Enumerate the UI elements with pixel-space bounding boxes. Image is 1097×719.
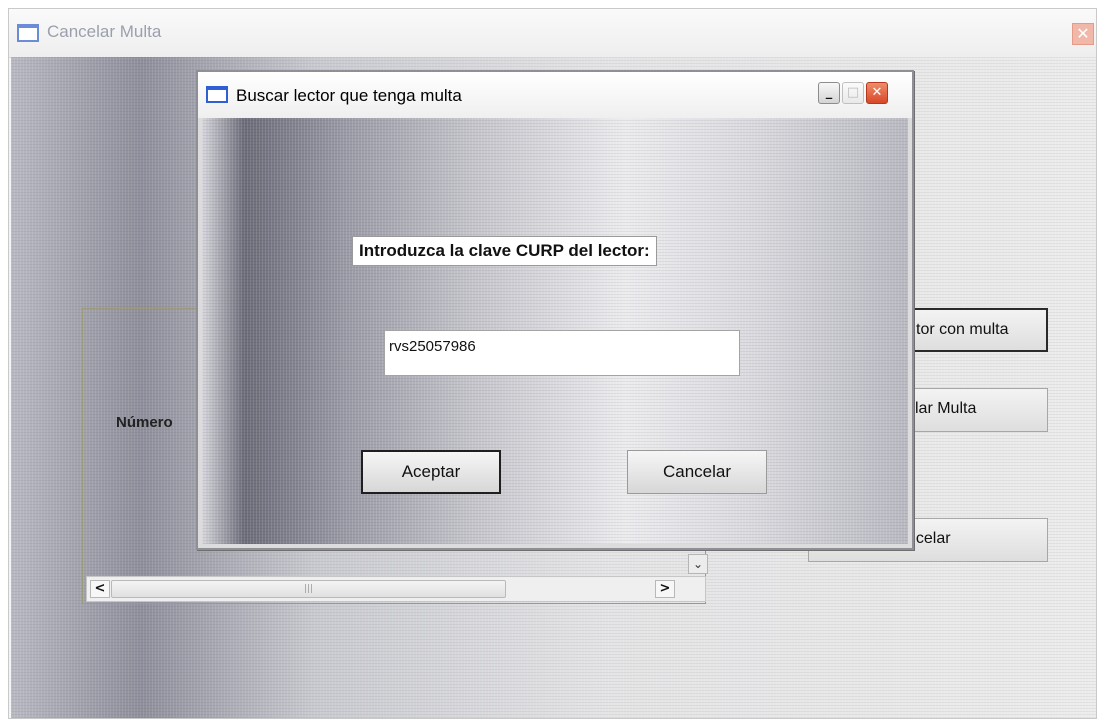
- dialog-window-icon: [206, 86, 228, 103]
- maximize-icon[interactable]: □: [842, 82, 864, 104]
- close-icon[interactable]: ✕: [1072, 23, 1094, 45]
- cancelar-button[interactable]: Cancelar: [627, 450, 767, 494]
- dialog-close-icon[interactable]: ✕: [866, 82, 888, 104]
- aceptar-button[interactable]: Aceptar: [361, 450, 501, 494]
- buscar-lector-label: tor con multa: [916, 321, 1009, 338]
- scroll-left-icon[interactable]: <: [90, 580, 110, 598]
- scroll-down-icon[interactable]: ⌄: [688, 554, 708, 574]
- main-window-title: Cancelar Multa: [47, 22, 162, 41]
- numero-label: Número: [116, 414, 173, 431]
- dialog-title-bar[interactable]: Buscar lector que tenga multa _ □ ✕: [198, 72, 912, 118]
- window-icon: [17, 24, 39, 42]
- scroll-thumb[interactable]: |||: [111, 580, 506, 598]
- main-title-bar[interactable]: Cancelar Multa ✕: [9, 9, 1096, 58]
- dialog-client-area: Introduzca la clave CURP del lector: Ace…: [202, 118, 908, 544]
- scroll-right-icon[interactable]: >: [655, 580, 675, 598]
- horizontal-scrollbar[interactable]: < ||| >: [86, 576, 706, 602]
- cancelar-multa-label: lar Multa: [915, 400, 977, 417]
- dialog-title: Buscar lector que tenga multa: [236, 86, 462, 105]
- curp-input[interactable]: [384, 330, 740, 376]
- curp-prompt-label: Introduzca la clave CURP del lector:: [352, 236, 657, 266]
- search-dialog: Buscar lector que tenga multa _ □ ✕ Intr…: [196, 70, 914, 550]
- minimize-icon[interactable]: _: [818, 82, 840, 104]
